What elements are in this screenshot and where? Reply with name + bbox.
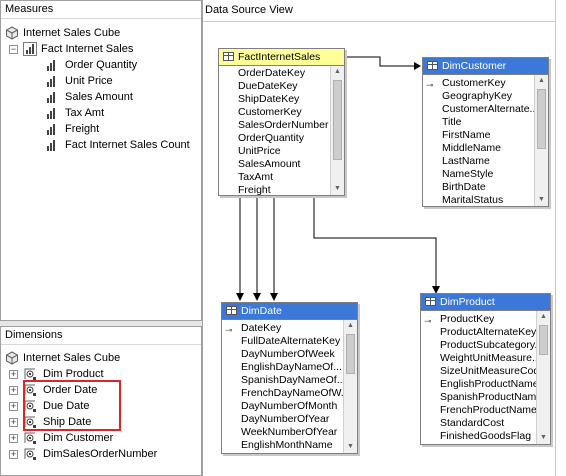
table-icon xyxy=(226,306,237,315)
table-scrollbar[interactable]: ▲ ▼ xyxy=(330,66,344,195)
column-item[interactable]: NameStyle xyxy=(423,168,534,181)
table-icon xyxy=(223,52,234,61)
column-item[interactable]: FinishedGoodsFlag xyxy=(421,430,536,443)
column-item[interactable]: FullDateAlternateKey xyxy=(222,335,343,348)
column-item[interactable]: DueDateKey xyxy=(219,80,330,93)
scroll-down-icon[interactable]: ▼ xyxy=(331,183,344,195)
column-item[interactable]: SpanishProductName xyxy=(421,391,536,404)
table-factinternetsales[interactable]: FactInternetSales OrderDateKey DueDateKe… xyxy=(218,48,345,196)
column-list: ⊸ DateKey FullDateAlternateKey DayNumberO… xyxy=(222,322,343,453)
scroll-up-icon[interactable]: ▲ xyxy=(331,66,344,78)
column-item[interactable]: Freight xyxy=(219,184,330,195)
scroll-thumb[interactable] xyxy=(539,325,548,355)
column-name: CustomerKey xyxy=(442,77,506,89)
scroll-thumb[interactable] xyxy=(537,89,546,149)
column-item[interactable]: DayNumberOfWeek xyxy=(222,348,343,361)
column-item[interactable]: ProductSubcategory... xyxy=(421,339,536,352)
table-scrollbar[interactable]: ▲ ▼ xyxy=(536,311,550,444)
column-item[interactable]: FrenchDayNameOfW... xyxy=(222,387,343,400)
column-item[interactable]: EnglishProductName xyxy=(421,378,536,391)
scroll-down-icon[interactable]: ▼ xyxy=(537,432,550,444)
table-title-text: DimDate xyxy=(241,305,282,317)
column-item[interactable]: StandardCost xyxy=(421,417,536,430)
column-item[interactable]: CustomerKey xyxy=(219,106,330,119)
column-item[interactable]: ⊸ CustomerKey xyxy=(423,77,534,90)
column-item[interactable]: OrderDateKey xyxy=(219,67,330,80)
column-item[interactable]: Title xyxy=(423,116,534,129)
column-item[interactable]: ⊸ ProductKey xyxy=(421,313,536,326)
column-item[interactable]: EnglishDayNameOf... xyxy=(222,361,343,374)
scroll-down-icon[interactable]: ▼ xyxy=(344,441,357,453)
column-item[interactable]: GeographyKey xyxy=(423,90,534,103)
column-item[interactable]: WeekNumberOfYear xyxy=(222,426,343,439)
column-list: ⊸ CustomerKey GeographyKey CustomerAltern… xyxy=(423,77,534,206)
table-title-text: FactInternetSales xyxy=(238,51,321,63)
column-item[interactable]: FirstName xyxy=(423,129,534,142)
table-scrollbar[interactable]: ▲ ▼ xyxy=(534,75,548,206)
table-icon xyxy=(427,61,438,70)
column-item[interactable]: ShipDateKey xyxy=(219,93,330,106)
column-item[interactable]: ProductAlternateKey xyxy=(421,326,536,339)
column-item[interactable]: DayNumberOfYear xyxy=(222,413,343,426)
table-scrollbar[interactable]: ▲ ▼ xyxy=(343,320,357,453)
column-item[interactable]: CustomerAlternate... xyxy=(423,103,534,116)
table-dimdate[interactable]: DimDate ⊸ DateKey FullDateAlternateKey Da… xyxy=(221,302,358,454)
column-item[interactable]: EnglishMonthName xyxy=(222,439,343,452)
column-item[interactable]: MiddleName xyxy=(423,142,534,155)
scroll-down-icon[interactable]: ▼ xyxy=(535,194,548,206)
column-item[interactable]: LastName xyxy=(423,155,534,168)
column-item[interactable]: SizeUnitMeasureCode xyxy=(421,365,536,378)
column-item[interactable]: WeightUnitMeasure... xyxy=(421,352,536,365)
table-title[interactable]: DimCustomer xyxy=(423,58,548,75)
column-name: ProductKey xyxy=(440,313,495,325)
table-dimcustomer[interactable]: DimCustomer ⊸ CustomerKey GeographyKey Cu… xyxy=(422,57,549,207)
column-item[interactable]: SpanishDayNameOf... xyxy=(222,374,343,387)
column-list: ⊸ ProductKey ProductAlternateKey ProductS… xyxy=(421,313,536,444)
column-item[interactable]: SalesOrderNumber xyxy=(219,119,330,132)
table-title-text: DimCustomer xyxy=(442,60,507,72)
scroll-up-icon[interactable]: ▲ xyxy=(537,311,550,323)
table-title-text: DimProduct xyxy=(440,296,495,308)
column-name: DateKey xyxy=(241,322,282,334)
column-item[interactable]: MaritalStatus xyxy=(423,194,534,206)
scroll-thumb[interactable] xyxy=(346,334,355,374)
column-item[interactable]: BirthDate xyxy=(423,181,534,194)
scroll-up-icon[interactable]: ▲ xyxy=(535,75,548,87)
table-title[interactable]: DimProduct xyxy=(421,294,550,311)
column-item[interactable]: DayNumberOfMonth xyxy=(222,400,343,413)
scroll-up-icon[interactable]: ▲ xyxy=(344,320,357,332)
column-item[interactable]: OrderQuantity xyxy=(219,132,330,145)
table-dimproduct[interactable]: DimProduct ⊸ ProductKey ProductAlternateK… xyxy=(420,293,551,445)
table-title[interactable]: DimDate xyxy=(222,303,357,320)
column-item[interactable]: ⊸ DateKey xyxy=(222,322,343,335)
column-item[interactable]: SalesAmount xyxy=(219,158,330,171)
column-item[interactable]: FrenchProductName xyxy=(421,404,536,417)
column-item[interactable]: TaxAmt xyxy=(219,171,330,184)
scroll-thumb[interactable] xyxy=(333,80,342,160)
column-item[interactable]: UnitPrice xyxy=(219,145,330,158)
table-title[interactable]: FactInternetSales xyxy=(219,49,344,66)
table-icon xyxy=(425,297,436,306)
column-list: OrderDateKey DueDateKey ShipDateKey Cust… xyxy=(219,67,330,195)
